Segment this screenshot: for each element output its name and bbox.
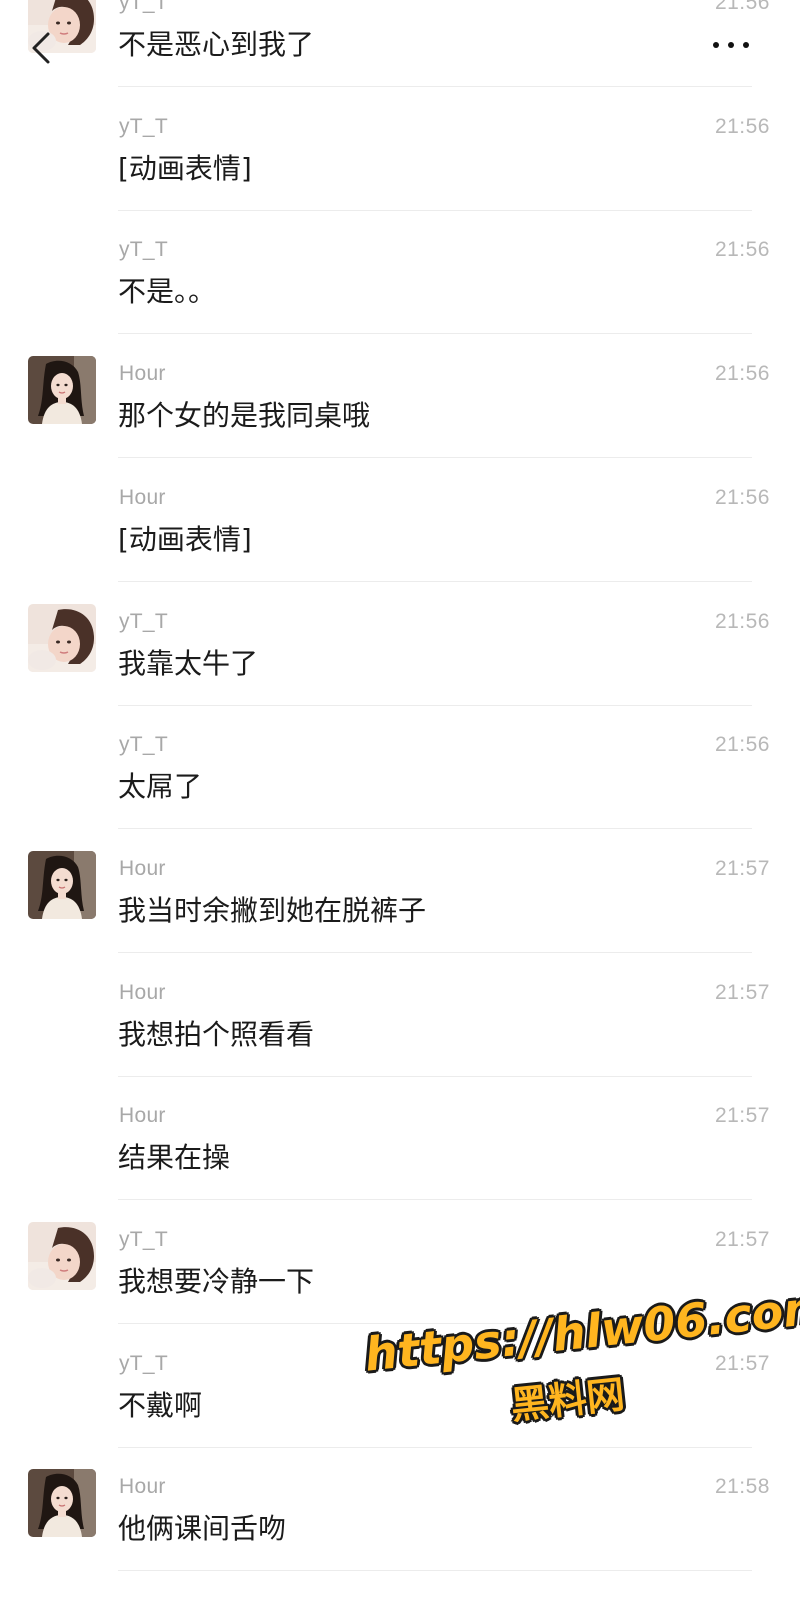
message-time: 21:56 — [714, 610, 770, 633]
message-row[interactable]: yT_T 21:56 我靠太牛了 — [0, 582, 800, 706]
message-row[interactable]: Hour 21:58 他俩课间舌吻 — [0, 1447, 800, 1571]
message-text: 结果在操 — [118, 1141, 231, 1174]
sender-name: Hour — [119, 1475, 166, 1498]
message-text: [动画表情] — [118, 523, 252, 556]
sender-name: yT_T — [119, 115, 169, 138]
avatar-yt_t[interactable] — [28, 1222, 96, 1290]
watermark-site-name: 黑料网 — [508, 1372, 627, 1428]
more-dots-icon — [743, 42, 749, 48]
avatar-yt_t[interactable] — [28, 604, 96, 672]
message-text: 我当时余撇到她在脱裤子 — [118, 894, 427, 927]
message-text: 那个女的是我同桌哦 — [118, 399, 371, 432]
message-text: 不是恶心到我了 — [118, 28, 315, 61]
message-text: 我靠太牛了 — [118, 647, 259, 680]
message-time: 21:57 — [714, 1228, 770, 1251]
sender-name: Hour — [119, 362, 166, 385]
message-row[interactable]: Hour 21:57 我当时余撇到她在脱裤子 — [0, 829, 800, 953]
row-divider — [118, 1570, 752, 1571]
message-text: 不戴啊 — [118, 1389, 203, 1422]
message-row[interactable]: Hour 21:57 结果在操 — [0, 1076, 800, 1200]
message-time: 21:58 — [714, 1475, 770, 1498]
more-dots-icon — [713, 42, 719, 48]
sender-name: Hour — [119, 857, 166, 880]
message-text: 不是。。 — [118, 275, 217, 308]
message-time: 21:56 — [714, 238, 770, 261]
message-time: 21:56 — [714, 486, 770, 509]
sender-name: yT_T — [119, 1352, 169, 1375]
message-time: 21:57 — [714, 857, 770, 880]
message-row[interactable]: yT_T 21:56 不是恶心到我了 — [0, 0, 800, 87]
sender-name: yT_T — [119, 0, 169, 14]
message-text: 我想拍个照看看 — [118, 1018, 315, 1051]
sender-name: Hour — [119, 486, 166, 509]
avatar-hour[interactable] — [28, 851, 96, 919]
message-time: 21:56 — [714, 0, 770, 14]
message-text: [动画表情] — [118, 152, 252, 185]
message-row[interactable]: Hour 21:56 那个女的是我同桌哦 — [0, 334, 800, 458]
sender-name: yT_T — [119, 610, 169, 633]
message-row[interactable]: Hour 21:56 [动画表情] — [0, 458, 800, 582]
message-time: 21:56 — [714, 115, 770, 138]
back-button[interactable] — [28, 28, 58, 68]
message-row[interactable]: Hour 21:57 我想拍个照看看 — [0, 953, 800, 1077]
sender-name: yT_T — [119, 238, 169, 261]
sender-name: Hour — [119, 981, 166, 1004]
message-text: 太屌了 — [118, 770, 203, 803]
avatar-hour[interactable] — [28, 356, 96, 424]
more-options-button[interactable] — [709, 30, 753, 58]
avatar-hour[interactable] — [28, 1469, 96, 1537]
message-text: 我想要冷静一下 — [118, 1265, 315, 1298]
more-dots-icon — [728, 42, 734, 48]
message-time: 21:56 — [714, 362, 770, 385]
sender-name: Hour — [119, 1104, 166, 1127]
chevron-left-icon — [32, 32, 50, 64]
sender-name: yT_T — [119, 733, 169, 756]
message-time: 21:57 — [714, 1104, 770, 1127]
message-time: 21:57 — [714, 981, 770, 1004]
message-row[interactable]: yT_T 21:56 不是。。 — [0, 210, 800, 334]
message-row[interactable]: yT_T 21:56 太屌了 — [0, 705, 800, 829]
message-text: 他俩课间舌吻 — [118, 1512, 287, 1545]
message-time: 21:56 — [714, 733, 770, 756]
sender-name: yT_T — [119, 1228, 169, 1251]
message-row[interactable]: yT_T 21:56 [动画表情] — [0, 87, 800, 211]
